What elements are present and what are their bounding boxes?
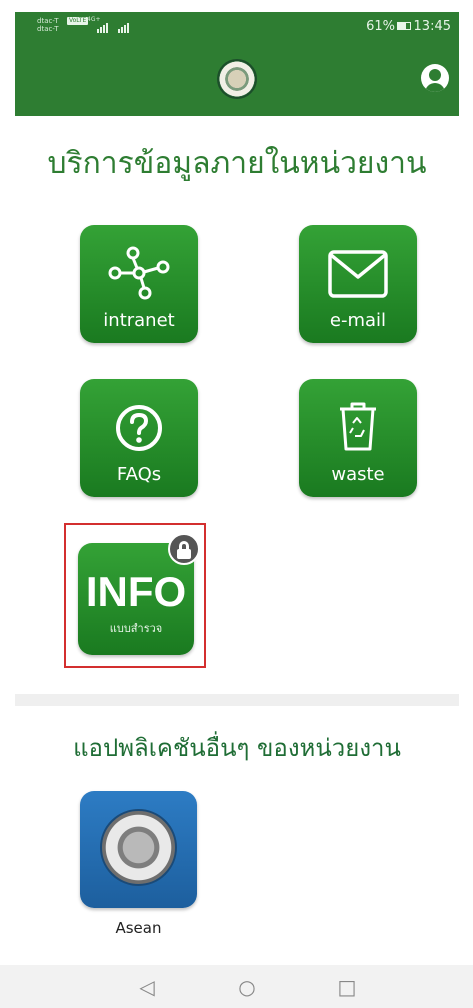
intranet-label: intranet (103, 310, 175, 331)
signal-bar-icon (118, 29, 120, 33)
email-button[interactable]: e-mail (299, 225, 417, 343)
battery-icon (397, 22, 411, 30)
network-nodes-icon (108, 246, 170, 300)
signal-bar-icon (103, 25, 105, 33)
profile-head (429, 69, 441, 81)
status-bar: dtac-T dtac-T VoLTE 4G+ 61% 13:45 (15, 12, 459, 42)
volte-badge: VoLTE (67, 17, 89, 25)
signal-bar-icon (100, 27, 102, 33)
home-icon[interactable]: ○ (235, 975, 259, 999)
waste-button[interactable]: waste (299, 379, 417, 497)
signal-bar-icon (106, 23, 108, 33)
internal-services-title: บริการข้อมูลภายในหน่วยงาน (47, 146, 427, 181)
battery-percent: 61% (366, 19, 395, 34)
section-divider (15, 694, 459, 706)
network-type: 4G+ (87, 16, 101, 23)
intranet-button[interactable]: intranet (80, 225, 198, 343)
lock-body (177, 549, 191, 559)
asean-seal-icon (100, 809, 177, 886)
department-seal-icon (217, 59, 257, 99)
other-apps-title: แอปพลิเคชันอื่นๆ ของหน่วยงาน (73, 734, 401, 762)
info-subtitle: แบบสำรวจ (109, 622, 163, 635)
lock-icon (168, 533, 200, 565)
navigation-bar: ◁ ○ □ (0, 965, 473, 1008)
carrier-top: dtac-T (37, 17, 59, 25)
faqs-label: FAQs (116, 464, 162, 485)
envelope-icon (328, 250, 388, 298)
clock: 13:45 (413, 19, 451, 34)
signal-bar-icon (124, 25, 126, 33)
faqs-button[interactable]: FAQs (80, 379, 198, 497)
profile-body (425, 83, 445, 92)
signal-bar-icon (97, 29, 99, 33)
signal-bar-icon (127, 23, 129, 33)
waste-label: waste (331, 464, 385, 485)
screen: dtac-T dtac-T VoLTE 4G+ 61% 13:45 บริการ… (0, 0, 473, 1008)
account-circle-icon[interactable] (421, 64, 449, 92)
recycle-bin-icon (340, 402, 376, 451)
asean-app-button[interactable] (80, 791, 197, 908)
email-label: e-mail (329, 310, 387, 331)
question-circle-icon (116, 405, 162, 451)
recent-apps-icon[interactable]: □ (335, 975, 359, 999)
carrier-bottom: dtac-T (37, 25, 59, 33)
info-title: INFO (85, 568, 187, 615)
app-bar (15, 42, 459, 116)
asean-app-label: Asean (115, 919, 162, 937)
back-icon[interactable]: ◁ (135, 975, 159, 999)
signal-bar-icon (121, 27, 123, 33)
carrier-label: dtac-T dtac-T (37, 17, 59, 33)
